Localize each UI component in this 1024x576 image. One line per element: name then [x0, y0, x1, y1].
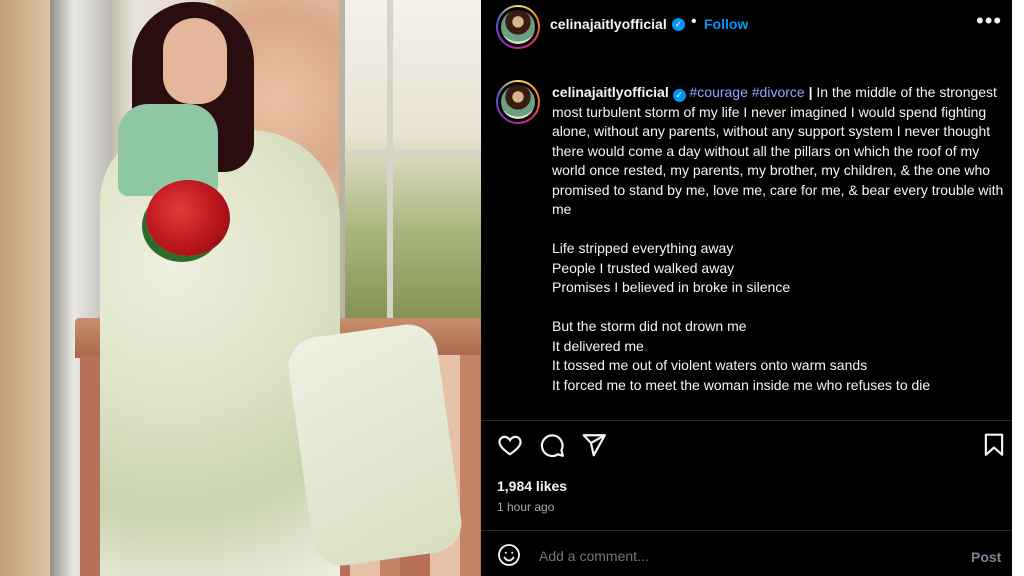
caption-pipe: |	[808, 84, 813, 100]
caption-intro: In the middle of the strongest most turb…	[552, 84, 1004, 217]
header-username[interactable]: celinajaitlyofficial	[550, 16, 667, 32]
bookmark-icon[interactable]	[981, 432, 1007, 458]
more-icon[interactable]: •••	[976, 10, 1002, 32]
avatar[interactable]	[496, 5, 540, 49]
caption-line: It delivered me	[552, 337, 644, 354]
caption-line: But the storm did not drown me	[552, 318, 747, 334]
photo-bouquet	[146, 180, 230, 256]
follow-button[interactable]: Follow	[704, 16, 748, 32]
caption-line: Promises I believed in broke in silence	[552, 279, 791, 295]
post-comment-button[interactable]: Post	[971, 549, 1001, 565]
photo-face	[163, 18, 227, 104]
caption-line: Life stripped everything away	[552, 240, 734, 256]
section-divider	[481, 420, 1012, 421]
verified-icon: ✓	[672, 18, 685, 31]
photo-window	[345, 0, 481, 330]
caption-stanza-2: But the storm did not drown me It delive…	[552, 317, 1007, 395]
post-header: celinajaitlyofficial ✓ • Follow •••	[481, 0, 1012, 50]
verified-icon: ✓	[672, 89, 686, 102]
comment-icon[interactable]	[539, 432, 565, 458]
caption-line: It tossed me out of violent waters onto …	[552, 357, 868, 373]
photo-drape	[284, 320, 466, 570]
share-icon[interactable]	[581, 432, 607, 458]
caption-username[interactable]: celinajaitlyofficial	[552, 84, 669, 100]
comment-bar: Post	[481, 531, 1012, 576]
comment-input[interactable]	[539, 548, 939, 564]
post-panel: celinajaitlyofficial ✓ • Follow ••• celi…	[481, 0, 1024, 576]
post-photo[interactable]	[0, 0, 481, 576]
heart-icon[interactable]	[497, 432, 523, 458]
caption-stanza-1: Life stripped everything away People I t…	[552, 239, 1007, 298]
caption-line: People I trusted walked away	[552, 259, 735, 276]
emoji-icon[interactable]	[497, 543, 521, 567]
photo-wall	[0, 0, 50, 576]
post-timestamp[interactable]: 1 hour ago	[497, 500, 554, 514]
caption-text: celinajaitlyofficial ✓ #courage #divorce…	[552, 83, 1007, 395]
caption: celinajaitlyofficial ✓ #courage #divorce…	[481, 75, 1012, 420]
caption-avatar[interactable]	[496, 80, 540, 124]
caption-line: It forced me to meet the woman inside me…	[552, 376, 931, 393]
caption-hashtags[interactable]: #courage #divorce	[690, 84, 805, 100]
likes-count[interactable]: 1,984 likes	[497, 478, 567, 494]
scrollbar[interactable]	[1012, 0, 1024, 576]
action-bar	[497, 430, 1007, 460]
header-separator: •	[691, 13, 697, 30]
